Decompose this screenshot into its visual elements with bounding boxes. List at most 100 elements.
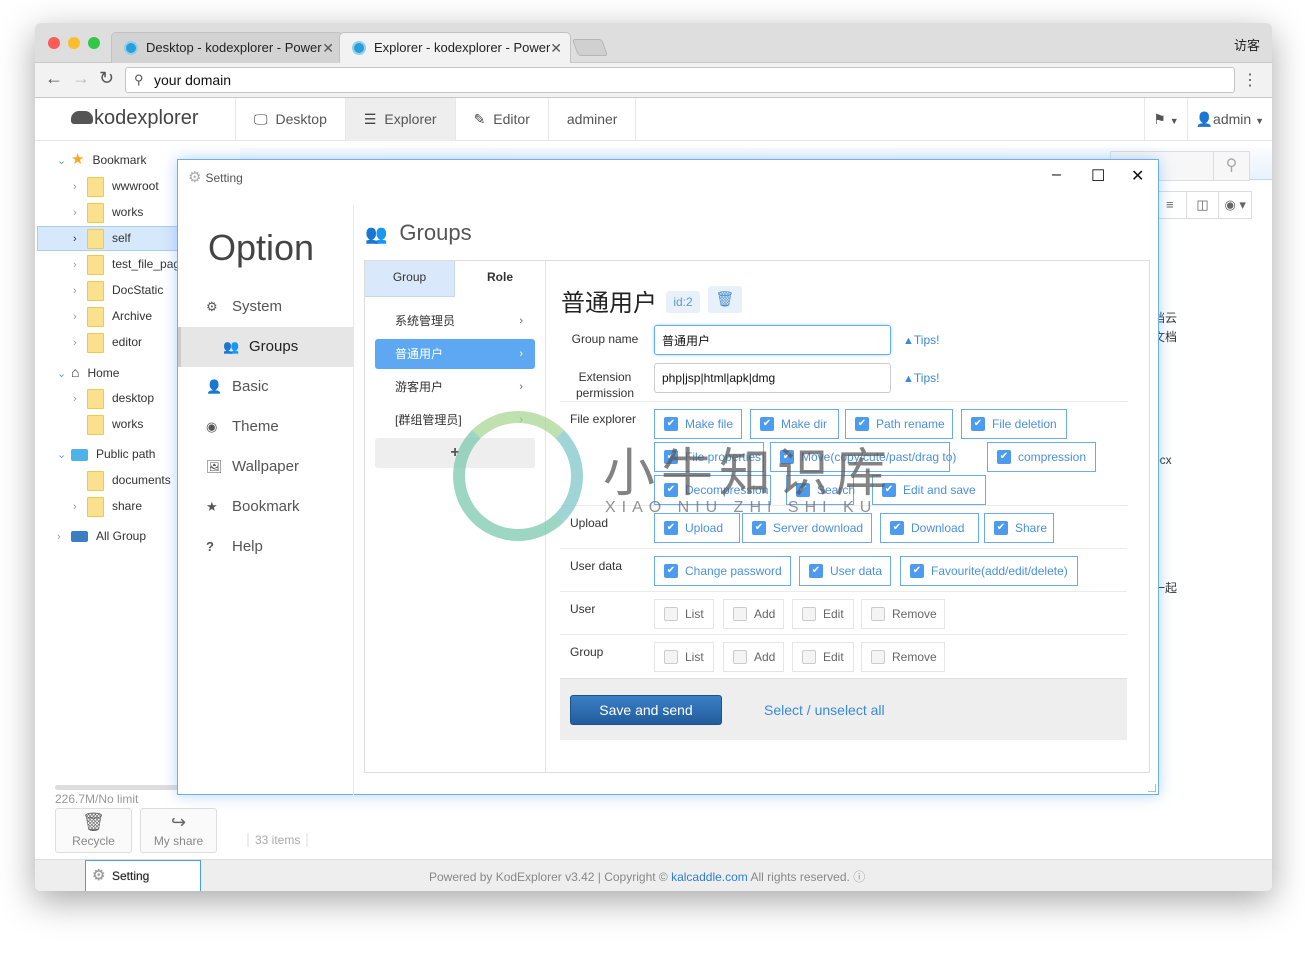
- tree-node-bookmark[interactable]: ⌄ ★ Bookmark: [57, 148, 146, 172]
- url-input[interactable]: ⚲ your domain: [125, 67, 1235, 93]
- browser-tab-desktop[interactable]: Desktop - kodexplorer - Power ✕: [111, 32, 343, 63]
- tree-node-folder[interactable]: works: [73, 412, 143, 436]
- option-help[interactable]: ? Help: [178, 527, 353, 567]
- close-tab-icon[interactable]: ✕: [550, 33, 562, 63]
- browser-tab-explorer[interactable]: Explorer - kodexplorer - Power ✕: [339, 32, 571, 63]
- option-groups[interactable]: 👥 Groups: [178, 327, 353, 367]
- nav-desktop[interactable]: 🖵 Desktop: [235, 98, 345, 141]
- browser-menu-icon[interactable]: ⋮: [1242, 70, 1258, 90]
- theme-dropdown-icon[interactable]: ◉ ▾: [1218, 192, 1251, 218]
- nav-editor[interactable]: ✎ Editor: [454, 98, 548, 141]
- expand-arrow-icon[interactable]: ⌄: [57, 362, 71, 386]
- expand-arrow-icon[interactable]: ›: [73, 253, 87, 277]
- expand-arrow-icon[interactable]: ›: [73, 305, 87, 329]
- tree-node-folder[interactable]: › Archive: [73, 304, 152, 328]
- group-name-input[interactable]: [654, 325, 891, 355]
- tree-node-folder[interactable]: › DocStatic: [73, 278, 163, 302]
- tree-node-public[interactable]: ⌄ Public path: [57, 442, 155, 466]
- permission-checkbox[interactable]: ✔ Server download: [742, 513, 872, 543]
- tree-node-folder[interactable]: › editor: [73, 330, 142, 354]
- delete-group-button[interactable]: 🗑: [708, 286, 742, 313]
- permission-checkbox[interactable]: ✔ Make file: [654, 409, 742, 439]
- footer-link[interactable]: kalcaddle.com: [671, 870, 748, 884]
- permission-checkbox[interactable]: ✔ User data: [799, 556, 891, 586]
- tab-group[interactable]: Group: [365, 261, 455, 297]
- tips-link[interactable]: ▲Tips!: [903, 333, 939, 347]
- permission-checkbox[interactable]: ✔ File properties: [654, 442, 764, 472]
- permission-checkbox[interactable]: ✔ Edit and save: [872, 475, 986, 505]
- option-wallpaper[interactable]: 🖼 Wallpaper: [178, 447, 353, 487]
- back-icon[interactable]: ←: [45, 68, 63, 89]
- permission-checkbox[interactable]: List: [654, 642, 714, 672]
- tab-role[interactable]: Role: [455, 261, 545, 297]
- expand-arrow-icon[interactable]: ›: [73, 227, 87, 251]
- profile-label[interactable]: 访客: [1234, 35, 1260, 54]
- permission-checkbox[interactable]: List: [654, 599, 714, 629]
- reload-icon[interactable]: ↻: [99, 68, 114, 89]
- minimize-dialog-icon[interactable]: –: [1052, 166, 1061, 184]
- tree-node-home[interactable]: ⌄ ⌂ Home: [57, 360, 119, 384]
- app-logo[interactable]: kodexplorer: [71, 107, 199, 130]
- expand-arrow-icon[interactable]: ⌄: [57, 149, 71, 173]
- nav-adminer[interactable]: adminer: [547, 98, 637, 141]
- expand-arrow-icon[interactable]: ›: [73, 387, 87, 411]
- group-list-item[interactable]: [群组管理员] ›: [375, 405, 535, 435]
- split-view-icon[interactable]: ◫: [1185, 192, 1219, 218]
- option-system[interactable]: ⚙ System: [178, 287, 353, 327]
- expand-arrow-icon[interactable]: ⌄: [57, 443, 71, 467]
- info-icon[interactable]: ⓘ: [853, 870, 865, 884]
- language-dropdown[interactable]: ⚑ ▼: [1144, 98, 1186, 141]
- permission-checkbox[interactable]: ✔ Make dir: [750, 409, 839, 439]
- new-tab-button[interactable]: [571, 39, 609, 56]
- tree-node-folder[interactable]: › self: [73, 226, 131, 250]
- tree-node-folder[interactable]: › desktop: [73, 386, 154, 410]
- close-window-button[interactable]: [48, 37, 60, 49]
- permission-checkbox[interactable]: ✔ Download: [880, 513, 979, 543]
- expand-arrow-icon[interactable]: ›: [73, 331, 87, 355]
- expand-arrow-icon[interactable]: ›: [57, 525, 71, 549]
- save-and-send-button[interactable]: Save and send: [570, 695, 722, 725]
- permission-checkbox[interactable]: ✔ compression: [987, 442, 1096, 472]
- search-icon[interactable]: ⚲: [1213, 152, 1249, 180]
- permission-checkbox[interactable]: Edit: [792, 599, 854, 629]
- tree-node-folder[interactable]: › share: [73, 494, 142, 518]
- permission-checkbox[interactable]: Add: [723, 642, 784, 672]
- tree-node-folder[interactable]: › test_file_pag: [73, 252, 180, 276]
- maximize-dialog-icon[interactable]: ☐: [1091, 166, 1105, 186]
- permission-checkbox[interactable]: Edit: [792, 642, 854, 672]
- permission-checkbox[interactable]: Remove: [861, 642, 945, 672]
- minimize-window-button[interactable]: [68, 37, 80, 49]
- tree-node-folder[interactable]: › works: [73, 200, 143, 224]
- tree-node-folder[interactable]: documents: [73, 468, 171, 492]
- extension-input[interactable]: [654, 363, 891, 393]
- my-share-button[interactable]: ↪ My share: [140, 808, 217, 853]
- permission-checkbox[interactable]: ✔ Upload: [654, 513, 740, 543]
- permission-checkbox[interactable]: ✔ Favourite(add/edit/delete): [900, 556, 1078, 586]
- permission-checkbox[interactable]: ✔ Share: [984, 513, 1054, 543]
- permission-checkbox[interactable]: ✔ Path rename: [845, 409, 953, 439]
- resize-handle[interactable]: [1148, 784, 1156, 792]
- permission-checkbox[interactable]: Add: [723, 599, 784, 629]
- expand-arrow-icon[interactable]: ›: [73, 279, 87, 303]
- select-all-link[interactable]: Select / unselect all: [764, 702, 885, 718]
- close-tab-icon[interactable]: ✕: [322, 33, 334, 63]
- permission-checkbox[interactable]: ✔ Move(copy/cute/past/drag to): [770, 442, 956, 472]
- permission-checkbox[interactable]: ✔ Change password: [654, 556, 791, 586]
- taskbar-setting-button[interactable]: ⚙ Setting: [85, 860, 201, 891]
- add-group-button[interactable]: +: [375, 438, 535, 468]
- tips-link[interactable]: ▲Tips!: [903, 371, 939, 385]
- recycle-button[interactable]: 🗑 Recycle: [55, 808, 132, 853]
- tree-node-all-group[interactable]: › All Group: [57, 524, 146, 548]
- close-dialog-icon[interactable]: ✕: [1131, 166, 1144, 186]
- group-list-item[interactable]: 系统管理员 ›: [375, 306, 535, 336]
- option-theme[interactable]: ◉ Theme: [178, 407, 353, 447]
- permission-checkbox[interactable]: ✔ File deletion: [961, 409, 1067, 439]
- option-bookmark[interactable]: ★ Bookmark: [178, 487, 353, 527]
- expand-arrow-icon[interactable]: ›: [73, 495, 87, 519]
- forward-icon[interactable]: →: [72, 68, 90, 89]
- group-list-item[interactable]: 游客用户 ›: [375, 372, 535, 402]
- expand-arrow-icon[interactable]: ›: [73, 201, 87, 225]
- permission-checkbox[interactable]: Remove: [861, 599, 945, 629]
- maximize-window-button[interactable]: [88, 37, 100, 49]
- group-list-item[interactable]: 普通用户 ›: [375, 339, 535, 369]
